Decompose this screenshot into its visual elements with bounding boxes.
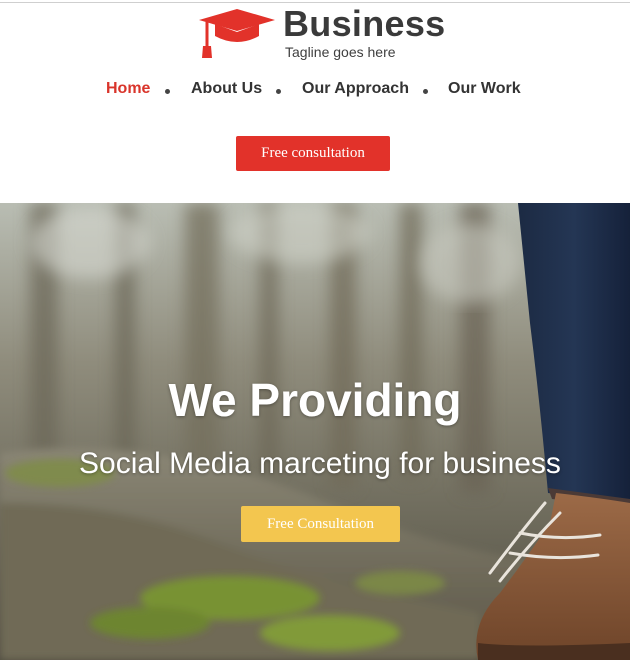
nav-item-about-us[interactable]: About Us	[191, 80, 262, 98]
hero-title: We Providing	[168, 374, 462, 426]
nav-item-our-approach[interactable]: Our Approach	[302, 80, 409, 98]
nav-separator	[165, 89, 170, 94]
hero-background-image	[0, 203, 630, 660]
nav-separator	[276, 89, 281, 94]
nav-item-home[interactable]: Home	[106, 80, 150, 98]
graduation-cap-icon	[199, 9, 275, 58]
main-nav: Home About Us Our Approach Our Work	[0, 80, 630, 102]
brand-tagline: Tagline goes here	[285, 44, 396, 60]
hero-free-consultation-button[interactable]: Free Consultation	[241, 506, 400, 542]
hero-subtitle: Social Media marceting for business	[79, 447, 561, 480]
site-logo[interactable]: Business Tagline goes here	[199, 6, 445, 60]
nav-separator	[423, 89, 428, 94]
free-consultation-button[interactable]: Free consultation	[236, 136, 390, 171]
nav-item-our-work[interactable]: Our Work	[448, 80, 521, 98]
hero-banner: We Providing Social Media marceting for …	[0, 203, 630, 660]
brand-name: Business	[283, 3, 446, 44]
